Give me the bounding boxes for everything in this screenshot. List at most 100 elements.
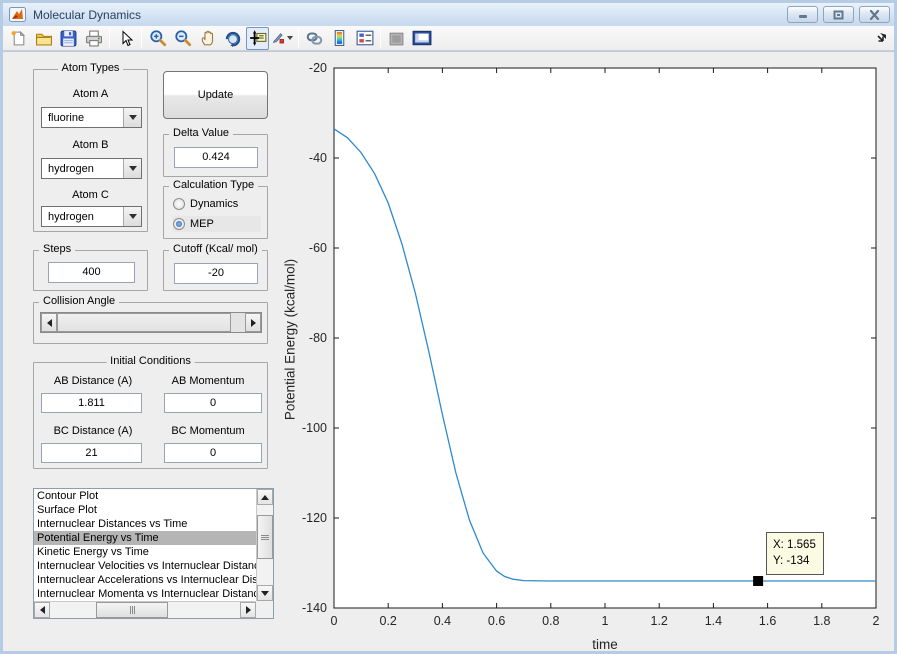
print-figure-button[interactable] bbox=[82, 27, 105, 50]
brush-button[interactable] bbox=[271, 27, 294, 50]
bc-distance-field[interactable]: 21 bbox=[41, 443, 142, 463]
show-plot-tools-button[interactable] bbox=[410, 27, 433, 50]
ab-distance-label: AB Distance (A) bbox=[53, 375, 133, 387]
radio-icon bbox=[173, 198, 185, 210]
toolbar-overflow-icon[interactable] bbox=[877, 32, 888, 43]
vertical-scroll-thumb[interactable] bbox=[257, 515, 273, 559]
calculation-type-group: Calculation Type Dynamics MEP bbox=[163, 179, 268, 239]
scroll-up-button[interactable] bbox=[257, 489, 273, 505]
steps-label: Steps bbox=[39, 243, 76, 255]
initial-conditions-label: Initial Conditions bbox=[106, 355, 195, 367]
x-axis-label: time bbox=[592, 637, 618, 652]
data-tip-y: Y: -134 bbox=[773, 555, 810, 567]
pan-button[interactable] bbox=[196, 27, 219, 50]
ab-distance-field[interactable]: 1.811 bbox=[41, 393, 142, 413]
list-item[interactable]: Contour Plot bbox=[34, 489, 256, 503]
close-icon bbox=[869, 9, 880, 20]
restore-button[interactable] bbox=[823, 6, 854, 23]
zoom-in-button[interactable] bbox=[146, 27, 169, 50]
hide-plot-tools-button[interactable] bbox=[385, 27, 408, 50]
radio-mep[interactable]: MEP bbox=[173, 216, 261, 232]
chevron-down-icon[interactable] bbox=[123, 108, 141, 127]
rotate-3d-button[interactable] bbox=[221, 27, 244, 50]
radio-dynamics[interactable]: Dynamics bbox=[173, 196, 261, 212]
chevron-down-icon[interactable] bbox=[123, 159, 141, 178]
cutoff-label: Cutoff (Kcal/ mol) bbox=[169, 243, 262, 255]
collision-angle-label: Collision Angle bbox=[39, 295, 120, 307]
list-item[interactable]: Internuclear Accelerations vs Internucle… bbox=[34, 573, 256, 587]
toolbar-separator bbox=[141, 28, 142, 48]
scroll-right-button[interactable] bbox=[240, 602, 256, 618]
ab-momentum-label: AB Momentum bbox=[171, 375, 245, 387]
insert-colorbar-button[interactable] bbox=[328, 27, 351, 50]
delta-value-field[interactable]: 0.424 bbox=[174, 147, 258, 168]
minimize-button[interactable] bbox=[787, 6, 818, 23]
x-tick-label: 1.2 bbox=[651, 614, 668, 628]
slider-left-arrow[interactable] bbox=[41, 313, 57, 332]
x-tick-label: 1.8 bbox=[813, 614, 830, 628]
zoom-out-button[interactable] bbox=[171, 27, 194, 50]
chevron-down-icon[interactable] bbox=[123, 207, 141, 226]
atom-c-label: Atom C bbox=[72, 189, 109, 201]
title-bar[interactable]: Molecular Dynamics bbox=[3, 3, 894, 26]
list-item[interactable]: Internuclear Distances vs Time bbox=[34, 517, 256, 531]
slider-right-arrow[interactable] bbox=[245, 313, 261, 332]
delta-value-label: Delta Value bbox=[169, 127, 234, 139]
scroll-down-button[interactable] bbox=[257, 585, 273, 601]
ab-momentum-field[interactable]: 0 bbox=[164, 393, 262, 413]
plot-type-listbox[interactable]: Contour Plot Surface Plot Internuclear Dis… bbox=[33, 488, 274, 619]
link-plot-button[interactable] bbox=[303, 27, 326, 50]
toolbar-separator bbox=[109, 28, 110, 48]
horizontal-scroll-thumb[interactable] bbox=[96, 602, 168, 618]
atom-b-select[interactable]: hydrogen bbox=[41, 158, 142, 179]
atom-a-select[interactable]: fluorine bbox=[41, 107, 142, 128]
collision-angle-slider[interactable] bbox=[40, 312, 262, 333]
data-cursor-button[interactable] bbox=[246, 26, 269, 50]
open-file-button[interactable] bbox=[32, 27, 55, 50]
radio-mep-label: MEP bbox=[190, 218, 214, 230]
new-figure-button[interactable] bbox=[7, 27, 30, 50]
insert-legend-button[interactable] bbox=[353, 27, 376, 50]
list-items: Contour Plot Surface Plot Internuclear Dis… bbox=[34, 489, 256, 601]
y-tick-label: -60 bbox=[309, 241, 327, 255]
list-item[interactable]: Potential Energy vs Time bbox=[34, 531, 256, 545]
list-item[interactable]: Internuclear Momenta vs Internuclear Dis… bbox=[34, 587, 256, 601]
x-tick-label: 1.6 bbox=[759, 614, 776, 628]
pointer-button[interactable] bbox=[114, 27, 137, 50]
bc-momentum-field[interactable]: 0 bbox=[164, 443, 262, 463]
scroll-left-button[interactable] bbox=[34, 602, 50, 618]
data-tip-marker[interactable] bbox=[753, 576, 764, 586]
atom-b-label: Atom B bbox=[72, 139, 109, 151]
slider-thumb[interactable] bbox=[57, 313, 231, 332]
legend-icon bbox=[356, 30, 373, 46]
vertical-scrollbar[interactable] bbox=[256, 489, 273, 601]
plot-panel: 0 0.2 0.4 0.6 0.8 1 1.2 1.4 1.6 1.8 2 -140 -120 -100 -… bbox=[280, 56, 894, 652]
steps-group: Steps 400 bbox=[33, 243, 148, 291]
rotate-3d-icon bbox=[225, 31, 240, 47]
data-tip[interactable]: X: 1.565 Y: -134 bbox=[766, 532, 824, 575]
app-window: Molecular Dynamics Atom Types Atom A flu… bbox=[0, 0, 897, 654]
colorbar-icon bbox=[334, 30, 345, 46]
figure-toolbar bbox=[3, 26, 894, 51]
y-tick-label: -100 bbox=[302, 421, 327, 435]
radio-dynamics-label: Dynamics bbox=[190, 198, 239, 210]
update-button[interactable]: Update bbox=[163, 71, 268, 119]
x-tick-label: 0.4 bbox=[434, 614, 451, 628]
close-button[interactable] bbox=[859, 6, 890, 23]
save-icon bbox=[60, 30, 77, 46]
horizontal-scrollbar[interactable] bbox=[34, 601, 256, 618]
x-tick-label: 0.6 bbox=[488, 614, 505, 628]
atom-types-group-label: Atom Types bbox=[57, 62, 124, 74]
x-tick-label: 1 bbox=[602, 614, 609, 628]
cutoff-field[interactable]: -20 bbox=[174, 263, 258, 284]
new-document-icon bbox=[11, 30, 26, 45]
arrow-cursor-icon bbox=[122, 29, 133, 46]
y-tick-label: -120 bbox=[302, 511, 327, 525]
list-item[interactable]: Kinetic Energy vs Time bbox=[34, 545, 256, 559]
atom-c-select[interactable]: hydrogen bbox=[41, 206, 142, 227]
steps-field[interactable]: 400 bbox=[48, 262, 135, 283]
list-item[interactable]: Internuclear Velocities vs Internuclear … bbox=[34, 559, 256, 573]
brush-dropdown-caret-icon[interactable] bbox=[287, 36, 293, 40]
list-item[interactable]: Surface Plot bbox=[34, 503, 256, 517]
save-figure-button[interactable] bbox=[57, 27, 80, 50]
